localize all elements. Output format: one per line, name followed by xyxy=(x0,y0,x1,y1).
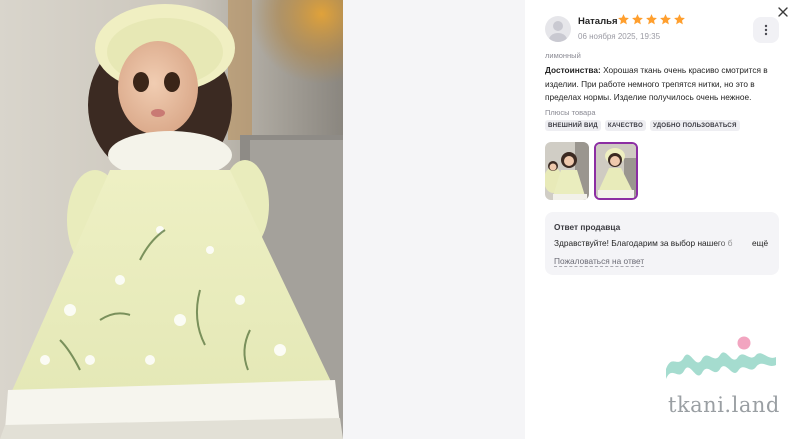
photo-viewer xyxy=(0,0,525,439)
pros-tags: ВНЕШНИЙ ВИД КАЧЕСТВО УДОБНО ПОЛЬЗОВАТЬСЯ xyxy=(545,120,740,131)
review-photo[interactable] xyxy=(0,0,343,439)
pros-title: Плюсы товара xyxy=(545,108,596,117)
doll-photo-image xyxy=(0,0,343,439)
review-advantages: Достоинства: Хорошая ткань очень красиво… xyxy=(545,64,777,105)
tag-convenient: УДОБНО ПОЛЬЗОВАТЬСЯ xyxy=(649,120,740,131)
close-icon xyxy=(778,7,788,17)
thumbnail-image-2 xyxy=(596,144,636,198)
more-options-button[interactable] xyxy=(753,17,779,43)
star-icon xyxy=(618,14,629,25)
seller-reply: Ответ продавца Здравствуйте! Благодарим … xyxy=(545,212,779,275)
close-button[interactable] xyxy=(774,3,792,21)
user-avatar-icon xyxy=(549,21,567,42)
star-icon xyxy=(660,14,671,25)
seller-reply-title: Ответ продавца xyxy=(554,222,621,232)
tag-quality: КАЧЕСТВО xyxy=(604,120,646,131)
tag-appearance: ВНЕШНИЙ ВИД xyxy=(545,120,601,131)
seller-reply-text: Здравствуйте! Благодарим за выбор нашего… xyxy=(554,238,733,248)
photo-thumbnails xyxy=(545,142,638,200)
seller-reply-more-link[interactable]: ещё xyxy=(752,238,768,248)
rating-stars xyxy=(617,13,686,26)
tkani-land-logo-icon xyxy=(666,336,776,379)
photo-thumbnail-2[interactable] xyxy=(594,142,638,200)
photo-thumbnail-1[interactable] xyxy=(545,142,589,200)
star-icon xyxy=(632,14,643,25)
review-author: Наталья xyxy=(578,16,618,27)
star-icon xyxy=(646,14,657,25)
avatar xyxy=(545,16,571,42)
advantages-label: Достоинства: xyxy=(545,65,601,75)
review-date: 06 ноября 2025, 19:35 xyxy=(578,32,661,41)
product-variant: лимонный xyxy=(545,51,581,60)
kebab-menu-icon xyxy=(764,24,768,36)
complain-link[interactable]: Пожаловаться на ответ xyxy=(554,256,645,267)
star-icon xyxy=(674,14,685,25)
thumbnail-image-1 xyxy=(545,142,589,200)
watermark-text: tkani.land xyxy=(668,393,780,417)
